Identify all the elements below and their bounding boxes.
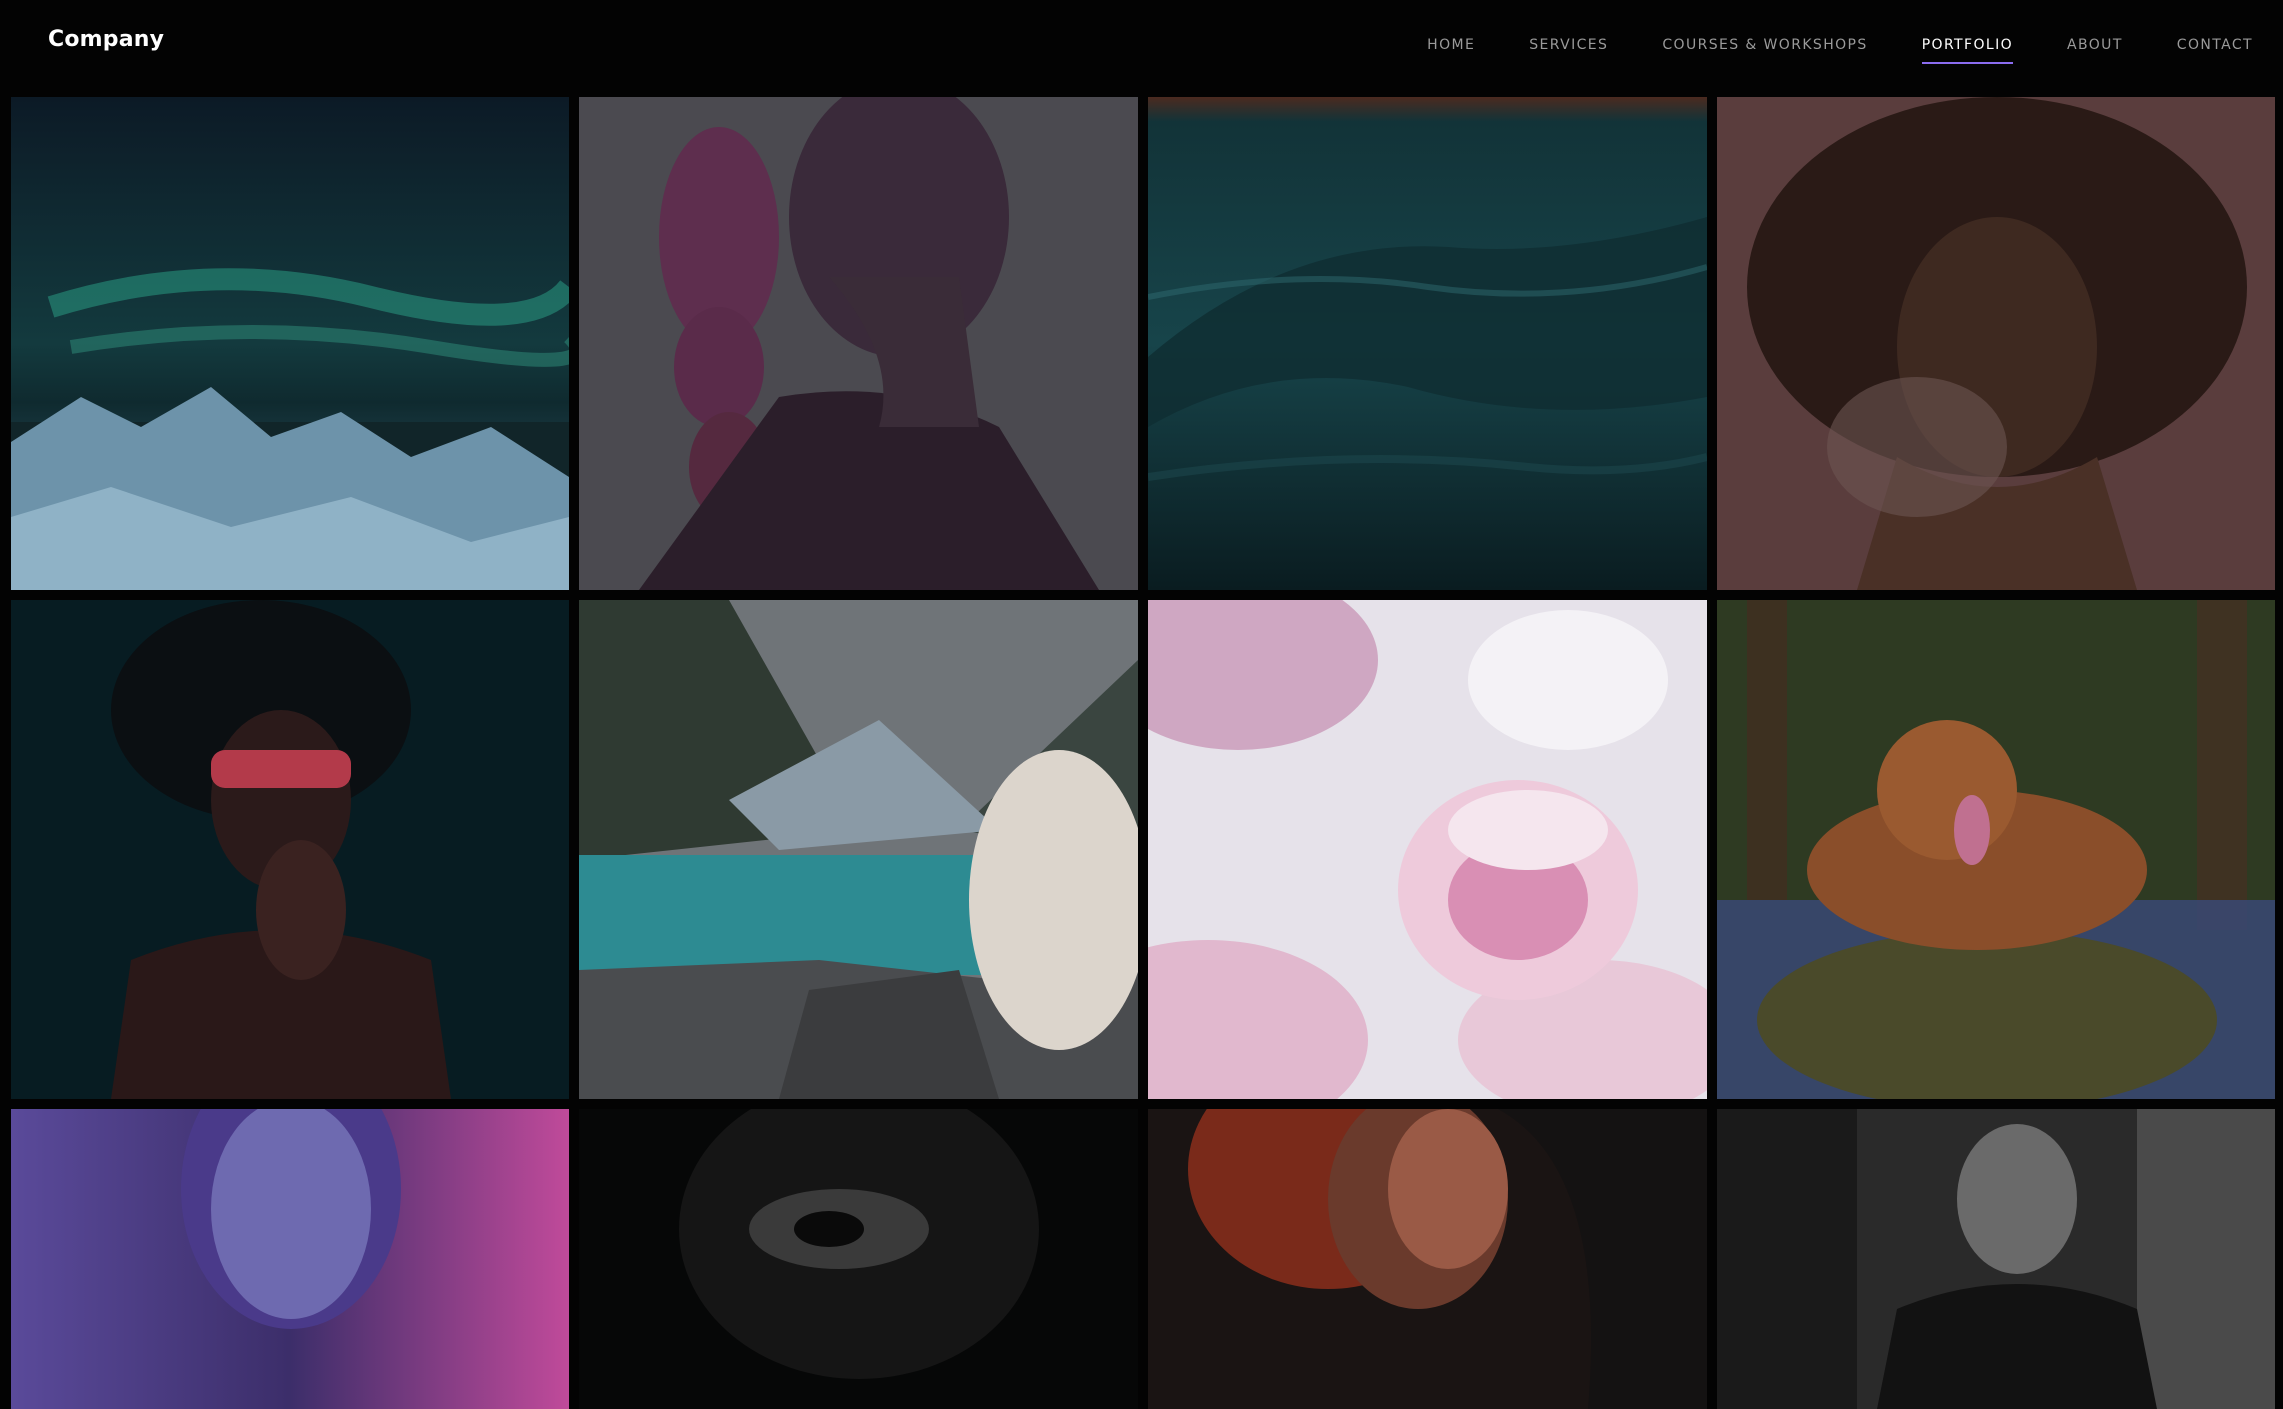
nav-contact[interactable]: CONTACT [2177,37,2253,53]
woman-sunglasses-image [11,600,569,1099]
company-logo[interactable]: Company [48,27,164,52]
aurora-image [11,97,569,590]
nav-portfolio[interactable]: PORTFOLIO [1921,37,2014,64]
portfolio-grid [11,97,2275,1409]
portfolio-photo-white-dog-lake[interactable] [579,600,1138,1099]
woman-red-hood-image [1148,1109,1707,1409]
main-nav: HOME SERVICES COURSES & WORKSHOPS PORTFO… [1427,37,2253,64]
bw-man-ruins-image [1717,1109,2275,1409]
woman-braid-image [579,97,1138,590]
nav-courses-workshops[interactable]: COURSES & WORKSHOPS [1662,37,1867,53]
dog-mossy-rock-image [1717,600,2275,1099]
portfolio-photo-woman-braid[interactable] [579,97,1138,590]
nav-home[interactable]: HOME [1427,37,1475,53]
portfolio-photo-pink-magnolia[interactable] [1148,600,1707,1099]
site-header: Company HOME SERVICES COURSES & WORKSHOP… [0,0,2283,97]
portfolio-photo-woman-neon[interactable] [11,1109,569,1409]
portfolio-photo-bw-man-ruins[interactable] [1717,1109,2275,1409]
portfolio-photo-dog-mossy-rock[interactable] [1717,600,2275,1099]
portfolio-photo-ocean-wave[interactable] [1148,97,1707,590]
portfolio-photo-woman-sunglasses[interactable] [11,600,569,1099]
nav-services[interactable]: SERVICES [1529,37,1608,53]
white-dog-lake-image [579,600,1138,1099]
portfolio-photo-woman-red-hood[interactable] [1148,1109,1707,1409]
woman-curly-hair-image [1717,97,2275,590]
nav-about[interactable]: ABOUT [2067,37,2123,53]
portfolio-photo-woman-curly-hair[interactable] [1717,97,2275,590]
bw-portrait-image [579,1109,1138,1409]
portfolio-photo-bw-portrait[interactable] [579,1109,1138,1409]
woman-neon-image [11,1109,569,1409]
ocean-wave-image [1148,97,1707,590]
pink-magnolia-image [1148,600,1707,1099]
portfolio-photo-aurora[interactable] [11,97,569,590]
